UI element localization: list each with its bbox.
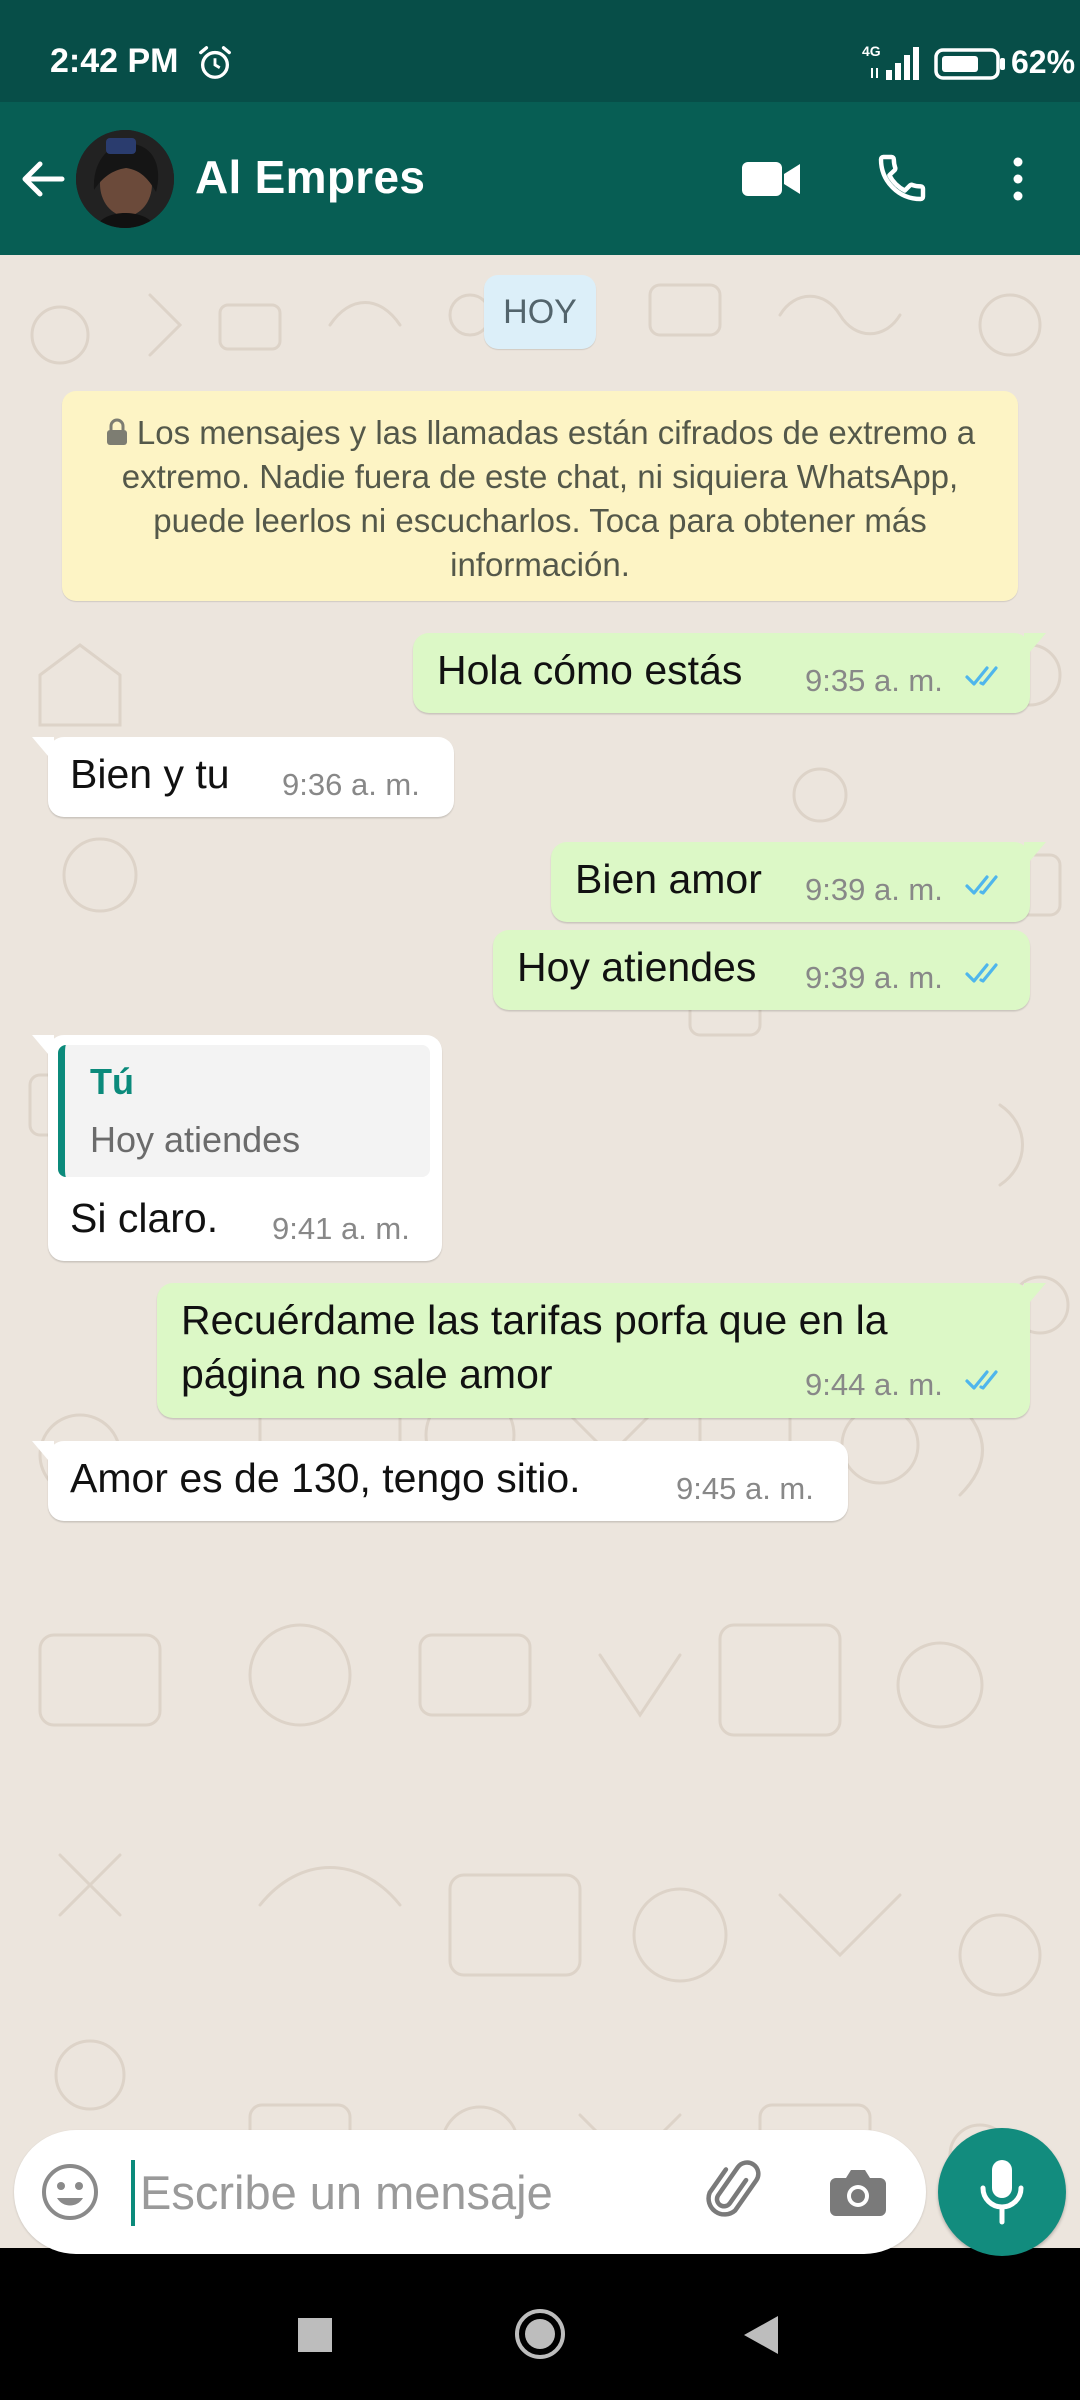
double-check-icon xyxy=(965,963,998,983)
bubble-tail xyxy=(1024,633,1046,659)
bubble-tail xyxy=(1024,842,1046,868)
message-time: 9:44 a. m. xyxy=(805,1367,943,1402)
status-time: 2:42 PM xyxy=(50,42,179,80)
double-check-icon xyxy=(965,875,998,895)
message-text: Hoy atiendes xyxy=(517,944,757,990)
message-text: Bien y tu xyxy=(70,751,230,797)
message-bubble-incoming[interactable]: Amor es de 130, tengo sitio. 9:45 a. m. xyxy=(32,1441,848,1521)
message-bubble-outgoing[interactable]: Hola cómo estás 9:35 a. m. xyxy=(413,633,1046,713)
message-bubble-outgoing[interactable]: Recuérdame las tarifas porfa que en la p… xyxy=(157,1283,1046,1418)
home-button[interactable] xyxy=(514,2308,566,2360)
video-call-icon[interactable] xyxy=(742,158,800,200)
quoted-author: Tú xyxy=(90,1061,134,1102)
attach-icon[interactable] xyxy=(704,2160,768,2224)
lock-icon xyxy=(106,418,127,445)
message-input[interactable] xyxy=(140,2156,580,2228)
message-bubble-incoming[interactable]: Tú Hoy atiendes Si claro. 9:41 a. m. xyxy=(32,1035,442,1261)
message-composer xyxy=(14,2130,926,2254)
system-nav-bar xyxy=(0,2268,1080,2400)
alarm-icon xyxy=(199,46,231,79)
chat-header: Al Empres xyxy=(0,102,1080,255)
text-cursor xyxy=(131,2160,135,2226)
camera-icon[interactable] xyxy=(828,2162,888,2220)
message-time: 9:36 a. m. xyxy=(282,767,420,802)
battery-icon xyxy=(934,48,1005,80)
message-bubble-outgoing[interactable]: Bien amor 9:39 a. m. xyxy=(551,842,1046,922)
message-text: Si claro. xyxy=(70,1195,219,1241)
emoji-icon[interactable] xyxy=(40,2162,100,2222)
message-time: 9:41 a. m. xyxy=(272,1211,410,1246)
avatar-image xyxy=(76,130,174,228)
message-text: Bien amor xyxy=(575,856,762,902)
bubble-tail xyxy=(32,1441,54,1467)
date-chip: HOY xyxy=(484,275,596,349)
status-bar: 2:42 PM 4G 62% xyxy=(0,0,1080,102)
message-text-line: Recuérdame las tarifas porfa que en la xyxy=(181,1297,888,1343)
double-check-icon xyxy=(965,1370,998,1390)
recents-button[interactable] xyxy=(298,2318,332,2352)
message-time: 9:35 a. m. xyxy=(805,663,943,698)
chat-area[interactable]: HOY Los mensajes y las llamadas están ci… xyxy=(0,255,1080,2248)
back-arrow-icon[interactable] xyxy=(18,154,68,204)
message-time: 9:45 a. m. xyxy=(676,1471,814,1506)
quoted-message[interactable]: Tú Hoy atiendes xyxy=(58,1045,430,1177)
message-time: 9:39 a. m. xyxy=(805,960,943,995)
voice-message-button[interactable] xyxy=(938,2128,1066,2256)
battery-percentage: 62% xyxy=(1011,44,1076,80)
more-options-icon[interactable] xyxy=(1000,154,1036,204)
signal-icon xyxy=(871,47,919,80)
encryption-notice[interactable]: Los mensajes y las llamadas están cifrad… xyxy=(62,391,1018,601)
double-check-icon xyxy=(965,666,998,686)
message-bubble-incoming[interactable]: Bien y tu 9:36 a. m. xyxy=(32,737,454,817)
mic-icon xyxy=(980,2160,1024,2225)
message-time: 9:39 a. m. xyxy=(805,872,943,907)
quoted-text: Hoy atiendes xyxy=(90,1119,301,1160)
message-text: Hola cómo estás xyxy=(437,647,743,693)
contact-name[interactable]: Al Empres xyxy=(195,150,425,204)
message-text: Amor es de 130, tengo sitio. xyxy=(70,1455,581,1501)
back-button[interactable] xyxy=(742,2314,780,2356)
avatar[interactable] xyxy=(76,130,174,228)
message-bubble-outgoing[interactable]: Hoy atiendes 9:39 a. m. xyxy=(493,930,1030,1010)
bubble-tail xyxy=(1024,1283,1046,1309)
phone-icon[interactable] xyxy=(874,150,930,206)
bubble-tail xyxy=(32,737,54,763)
bubble-tail xyxy=(32,1035,54,1061)
message-text-line: página no sale amor xyxy=(181,1351,553,1397)
encryption-notice-text: Los mensajes y las llamadas están cifrad… xyxy=(121,414,976,583)
